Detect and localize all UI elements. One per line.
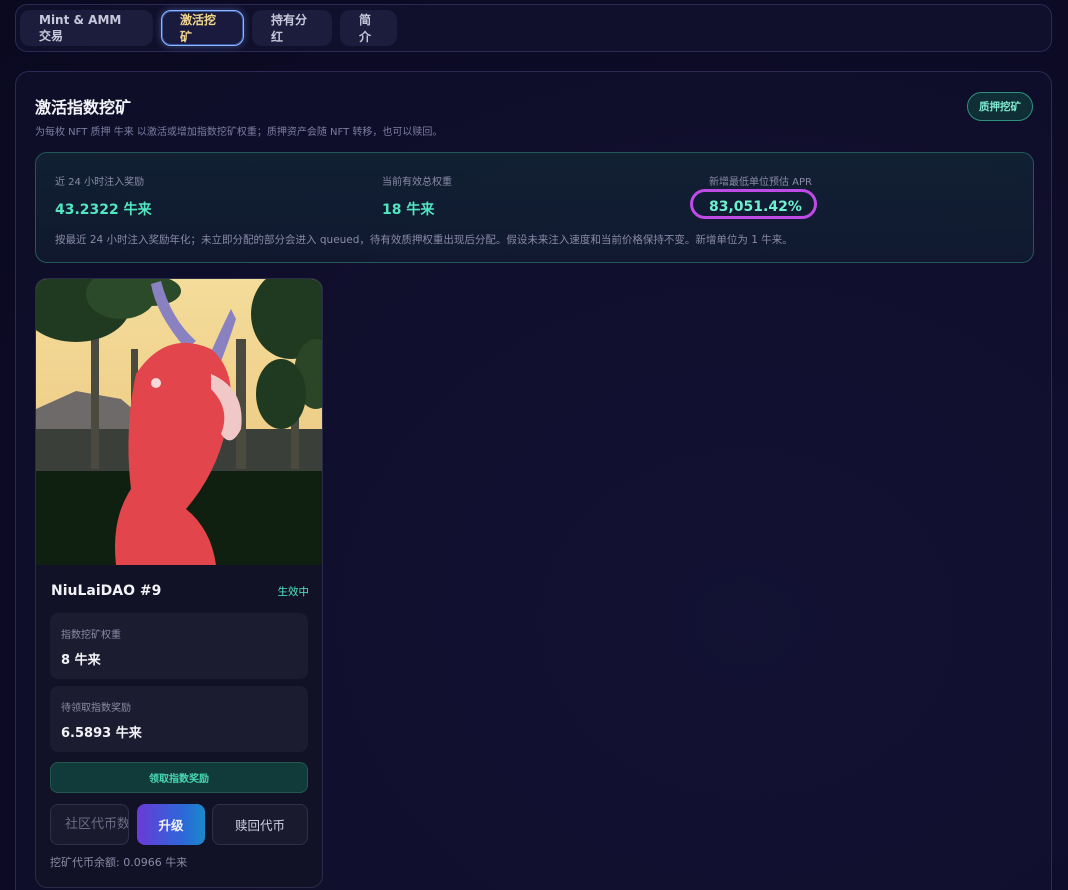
pending-reward-box: 待领取指数奖励 6.5893 牛来 xyxy=(50,686,308,752)
page-title: 激活指数挖矿 xyxy=(35,98,132,117)
stake-mining-button[interactable]: 质押挖矿 xyxy=(967,92,1033,121)
nft-card: NiuLaiDAO #9 生效中 指数挖矿权重 8 牛来 待领取指数奖励 6.5… xyxy=(35,278,323,888)
nft-name: NiuLaiDAO #9 xyxy=(51,583,162,599)
mining-token-balance: 挖矿代币余额: 0.0966 牛来 xyxy=(50,856,188,869)
mining-panel: 激活指数挖矿 为每枚 NFT 质押 牛来 以激活或增加指数挖矿权重；质押资产会随… xyxy=(15,71,1052,890)
weight-label: 指数挖矿权重 xyxy=(61,630,121,641)
stat-label: 当前有效总权重 xyxy=(382,177,452,188)
tab-bar: Mint & AMM 交易 激活挖矿 持有分红 简介 xyxy=(15,4,1052,52)
stat-label: 新增最低单位预估 APR xyxy=(709,177,812,188)
nft-image xyxy=(36,279,322,565)
upgrade-button[interactable]: 升级 xyxy=(137,804,205,845)
page-description: 为每枚 NFT 质押 牛来 以激活或增加指数挖矿权重；质押资产会随 NFT 转移… xyxy=(35,127,443,138)
weight-box: 指数挖矿权重 8 牛来 xyxy=(50,613,308,679)
tab-mint-amm[interactable]: Mint & AMM 交易 xyxy=(20,10,153,46)
pending-reward-value: 6.5893 牛来 xyxy=(61,726,142,741)
stat-reward-24h: 近 24 小时注入奖励 43.2322 牛来 xyxy=(55,173,152,219)
stats-box: 近 24 小时注入奖励 43.2322 牛来 当前有效总权重 18 牛来 新增最… xyxy=(35,152,1034,263)
weight-value: 8 牛来 xyxy=(61,653,101,668)
stat-value: 18 牛来 xyxy=(382,202,435,218)
stat-value: 43.2322 牛来 xyxy=(55,202,152,218)
status-badge: 生效中 xyxy=(277,586,310,598)
stats-note: 按最近 24 小时注入奖励年化；未立即分配的部分会进入 queued，待有效质押… xyxy=(55,234,793,246)
community-token-input[interactable] xyxy=(50,804,129,845)
stat-total-weight: 当前有效总权重 18 牛来 xyxy=(382,173,452,219)
pending-reward-label: 待领取指数奖励 xyxy=(61,703,131,714)
stat-label: 近 24 小时注入奖励 xyxy=(55,177,145,188)
redeem-button[interactable]: 赎回代币 xyxy=(212,804,308,845)
tab-intro[interactable]: 简介 xyxy=(340,10,397,46)
claim-reward-button[interactable]: 领取指数奖励 xyxy=(50,762,308,793)
tab-holding-dividend[interactable]: 持有分红 xyxy=(252,10,332,46)
apr-highlight-ring xyxy=(690,189,817,219)
tab-activate-mining[interactable]: 激活挖矿 xyxy=(161,10,244,46)
